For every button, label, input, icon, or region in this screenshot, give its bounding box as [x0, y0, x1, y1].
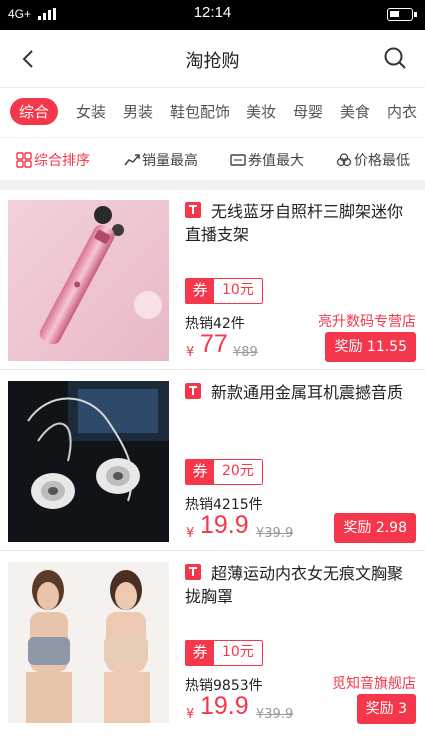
product-image-bra[interactable]	[8, 562, 169, 723]
grid-icon	[16, 152, 32, 168]
reward-button[interactable]: 奖励 3	[356, 694, 416, 724]
nav-bar: 淘抢购	[0, 30, 425, 88]
store-name[interactable]: 亮升数码专营店	[318, 311, 416, 331]
product-image-earphones[interactable]	[8, 381, 169, 542]
coupon-icon	[230, 154, 246, 166]
coins-icon	[336, 153, 352, 167]
search-icon[interactable]	[383, 46, 407, 70]
battery-icon	[387, 8, 417, 21]
coupon-badge[interactable]: 券 10元	[185, 640, 263, 666]
coupon-label: 券	[186, 460, 214, 484]
sort-sales[interactable]: 销量最高	[124, 150, 198, 170]
product-card[interactable]: 新款通用金属耳机震撼音质 券 20元 热销4215件 ¥ 19.9 ¥39.9 …	[0, 371, 425, 551]
coupon-amount: 10元	[222, 644, 254, 660]
coupon-badge[interactable]: 券 20元	[185, 459, 263, 485]
store-name[interactable]: 觅知音旗舰店	[332, 673, 416, 693]
product-title[interactable]: 新款通用金属耳机震撼音质	[185, 381, 417, 404]
sort-label: 券值最大	[248, 153, 304, 169]
sort-label: 综合排序	[34, 153, 90, 169]
sort-comprehensive[interactable]: 综合排序	[16, 150, 90, 170]
coupon-badge[interactable]: 券 10元	[185, 278, 263, 304]
tab-baby[interactable]: 母婴	[293, 101, 323, 122]
tab-womens[interactable]: 女装	[76, 101, 106, 122]
coupon-amount: 20元	[222, 463, 254, 479]
tab-comprehensive[interactable]: 综合	[10, 98, 59, 125]
sort-price[interactable]: 价格最低	[336, 150, 410, 170]
currency-symbol: ¥	[186, 707, 195, 722]
tab-shoes-bags[interactable]: 鞋包配饰	[170, 101, 230, 122]
reward-button[interactable]: 奖励 11.55	[325, 332, 416, 362]
sort-label: 销量最高	[142, 153, 198, 169]
original-price: ¥39.9	[256, 707, 294, 722]
clock: 12:14	[193, 4, 232, 21]
tab-underwear[interactable]: 内衣	[387, 101, 417, 122]
coupon-amount: 10元	[222, 282, 254, 298]
page-title: 淘抢购	[185, 51, 240, 72]
product-title[interactable]: 无线蓝牙自照杆三脚架迷你直播支架	[185, 200, 417, 246]
sort-bar: 综合排序 销量最高 券值最大 价格最低	[0, 137, 425, 179]
product-card[interactable]: 无线蓝牙自照杆三脚架迷你直播支架 券 10元 热销42件 亮升数码专营店 ¥ 7…	[0, 190, 425, 370]
tab-mens[interactable]: 男装	[123, 101, 153, 122]
status-bar: 4G+ 12:14	[0, 0, 425, 30]
coupon-label: 券	[186, 641, 214, 665]
trend-icon	[124, 154, 140, 166]
sort-coupon-value[interactable]: 券值最大	[230, 150, 304, 170]
original-price: ¥39.9	[256, 526, 294, 541]
product-title[interactable]: 超薄运动内衣女无痕文胸聚拢胸罩	[185, 562, 417, 608]
product-card[interactable]: 超薄运动内衣女无痕文胸聚拢胸罩 券 10元 热销9853件 觅知音旗舰店 ¥ 1…	[0, 552, 425, 732]
sort-label: 价格最低	[354, 153, 410, 169]
original-price: ¥89	[233, 345, 258, 360]
price: 77	[200, 330, 228, 358]
product-image-selfie-stick[interactable]	[8, 200, 169, 361]
price: 19.9	[200, 511, 249, 539]
section-divider	[0, 180, 425, 190]
coupon-label: 券	[186, 279, 214, 303]
currency-symbol: ¥	[186, 526, 195, 541]
currency-symbol: ¥	[186, 345, 195, 360]
tab-food[interactable]: 美食	[340, 101, 370, 122]
category-tabs: 综合 女装 男装 鞋包配饰 美妆 母婴 美食 内衣	[0, 88, 425, 136]
price: 19.9	[200, 692, 249, 720]
tab-beauty[interactable]: 美妆	[246, 101, 276, 122]
reward-button[interactable]: 奖励 2.98	[334, 513, 416, 543]
